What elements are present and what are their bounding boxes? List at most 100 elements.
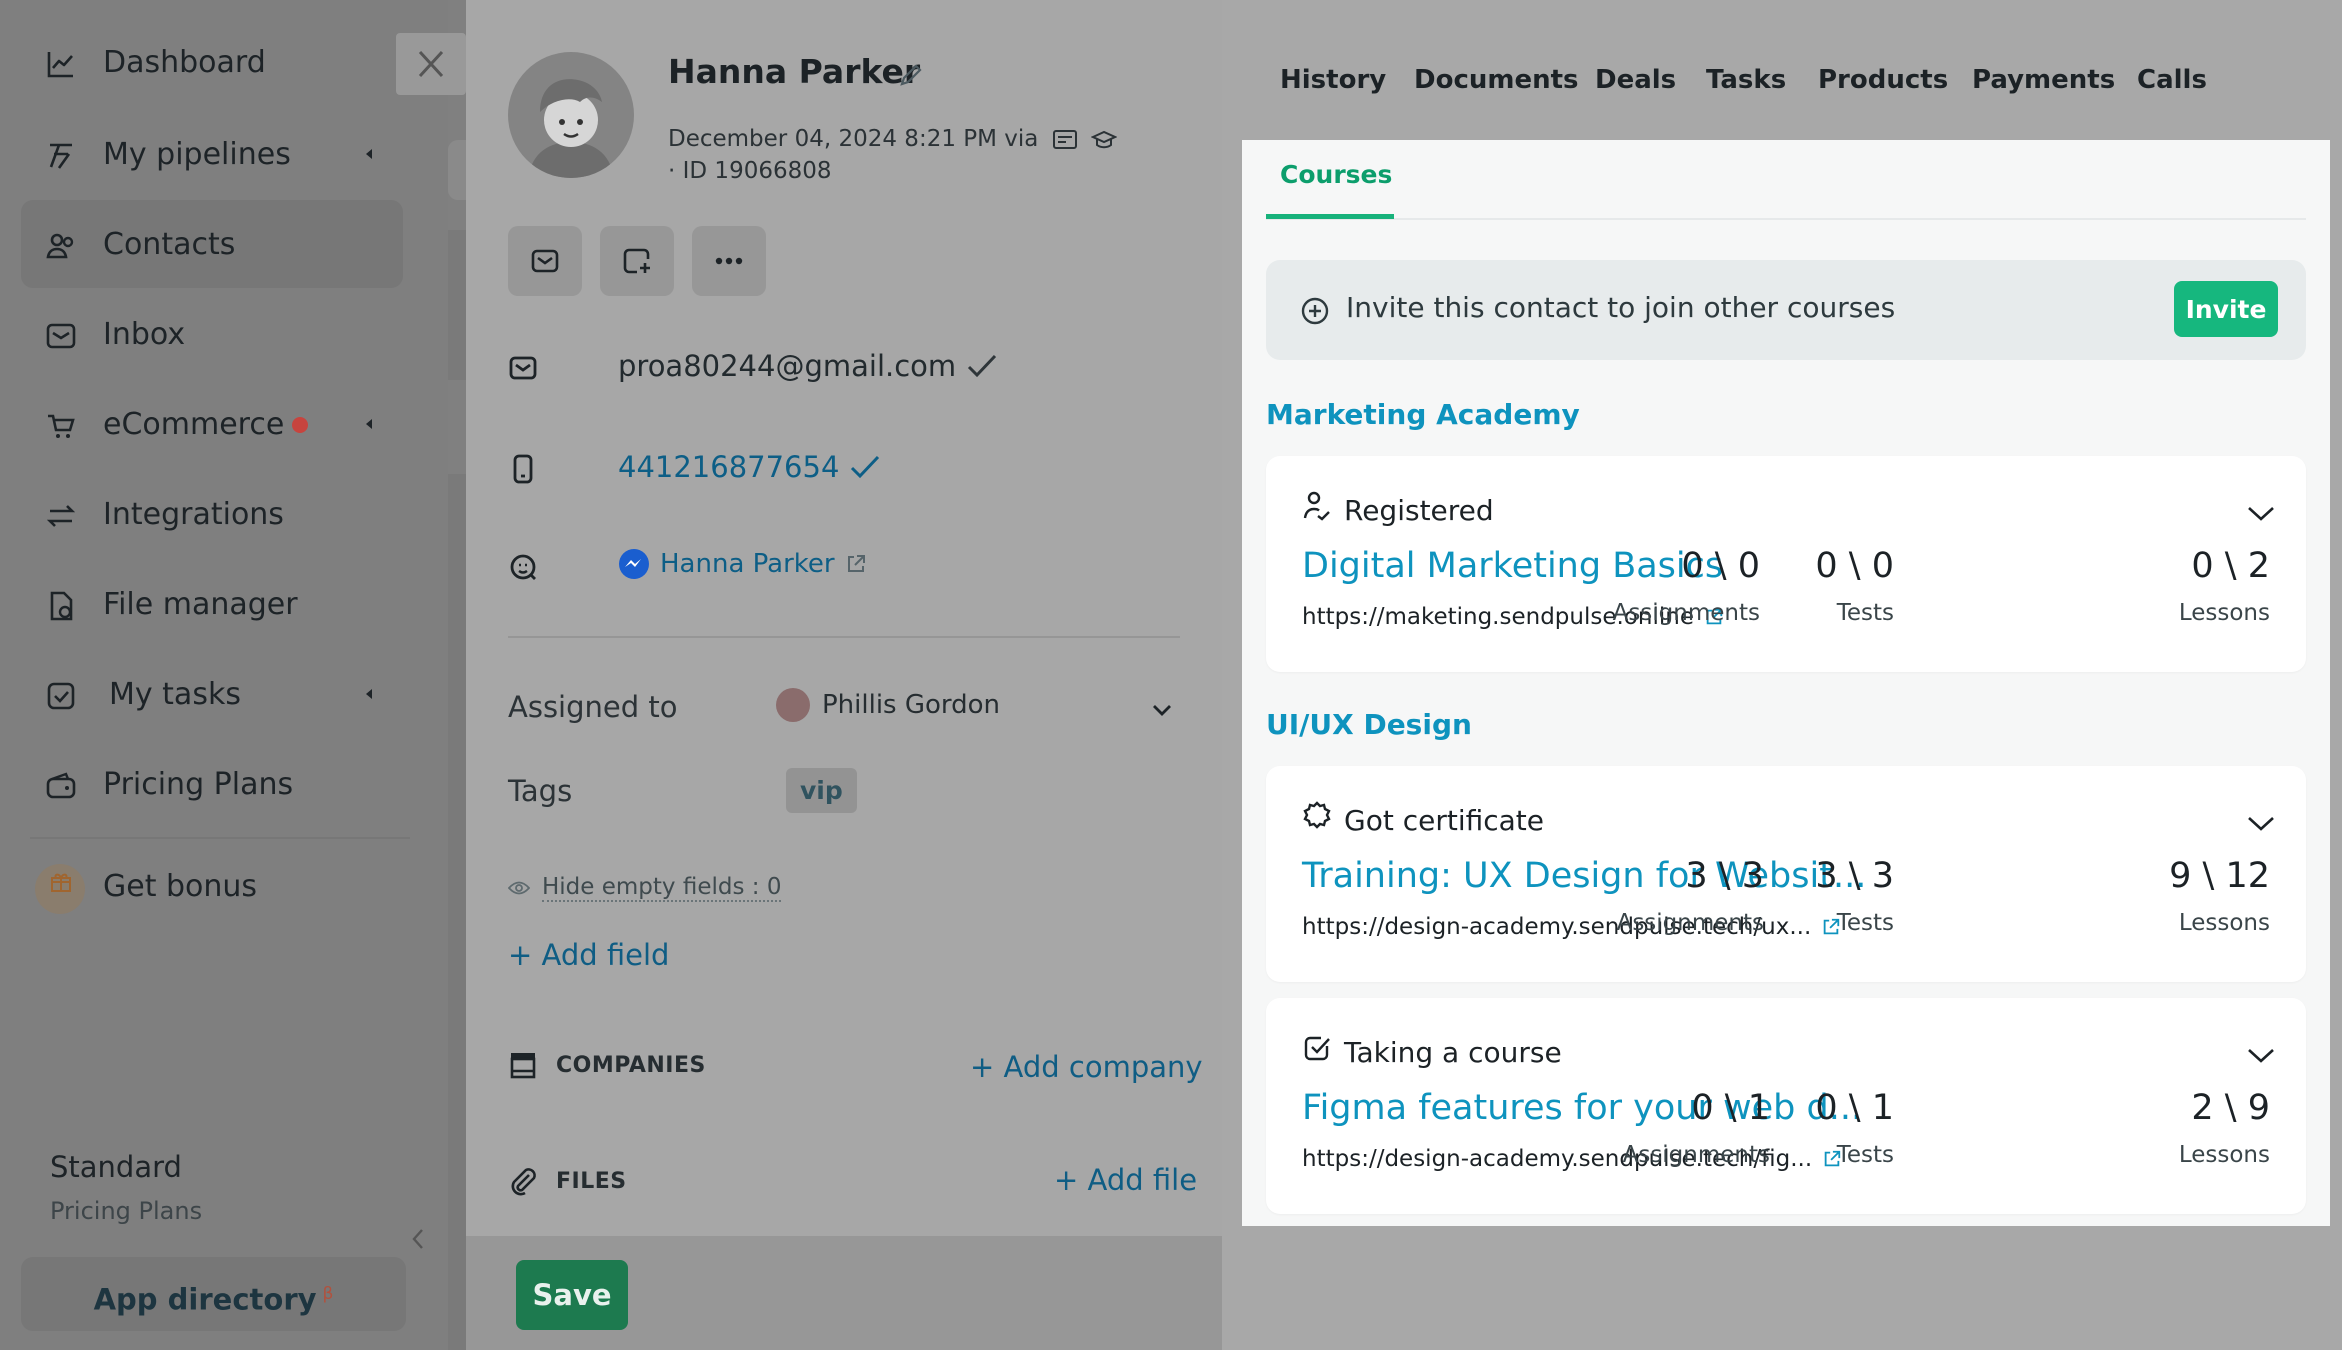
contacts-icon — [46, 233, 74, 259]
close-button[interactable] — [396, 33, 466, 95]
sidebar-item-inbox[interactable]: Inbox — [21, 290, 403, 378]
courses-panel: Courses Invite this contact to join othe… — [1242, 140, 2330, 1226]
save-button[interactable]: Save — [516, 1260, 628, 1330]
messenger-field[interactable]: Hanna Parker — [508, 546, 1208, 586]
sidebar-item-integrations[interactable]: Integrations — [21, 470, 403, 558]
tab-deals[interactable]: Deals — [1595, 65, 1676, 95]
created-date: December 04, 2024 8:21 PM via — [668, 126, 1118, 152]
sidebar-item-dashboard[interactable]: Dashboard — [21, 18, 403, 106]
sidebar-item-label: Inbox — [103, 316, 186, 352]
assignee-select[interactable]: Phillis Gordon — [776, 688, 1000, 722]
sidebar-item-file-manager[interactable]: File manager — [21, 560, 403, 648]
course-card: Taking a course Figma features for your … — [1266, 998, 2306, 1214]
checkbox-icon — [47, 682, 75, 710]
course-card: Registered Digital Marketing Basics http… — [1266, 456, 2306, 672]
add-file-link[interactable]: + Add file — [1054, 1163, 1197, 1197]
sidebar-item-my-tasks[interactable]: My tasks — [21, 650, 403, 738]
tests-stat: 0 \ 0 Tests — [1815, 546, 1894, 626]
tab-tasks[interactable]: Tasks — [1706, 65, 1786, 95]
sidebar-item-contacts[interactable]: Contacts — [21, 200, 403, 288]
assignments-stat: 0 \ 1 Assignments — [1622, 1088, 1770, 1168]
envelope-icon — [531, 249, 559, 273]
companies-section: COMPANIES — [508, 1050, 706, 1080]
sidebar-item-label: Dashboard — [103, 44, 266, 80]
user-avatar-icon — [528, 79, 614, 178]
avatar[interactable] — [508, 52, 634, 178]
add-to-pipeline-button[interactable] — [600, 226, 674, 296]
course-group-title: UI/UX Design — [1266, 708, 1472, 741]
email-field[interactable]: proa80244@gmail.com — [508, 347, 1208, 387]
sidebar-item-label: Contacts — [103, 226, 236, 262]
file-icon — [50, 591, 73, 621]
paperclip-icon — [511, 1168, 536, 1196]
chevron-down-icon[interactable] — [1150, 700, 1174, 720]
sidebar: Dashboard My pipelines Contacts Inbox eC… — [0, 0, 448, 1350]
more-dots-icon — [715, 257, 743, 265]
chart-line-icon — [47, 52, 73, 78]
invite-button[interactable]: Invite — [2174, 281, 2278, 337]
chevron-down-icon[interactable] — [2246, 1046, 2276, 1066]
subtab-baseline — [1266, 218, 2306, 220]
wallet-icon — [46, 772, 76, 799]
graduation-cap-icon — [1091, 130, 1118, 148]
sidebar-item-label: My tasks — [109, 676, 241, 712]
tab-products[interactable]: Products — [1818, 65, 1948, 95]
course-card: Got certificate Training: UX Design for … — [1266, 766, 2306, 982]
caret-left-icon — [366, 149, 372, 159]
sidebar-item-label: File manager — [103, 586, 298, 622]
divider — [508, 636, 1180, 638]
sidebar-item-ecommerce[interactable]: eCommerce — [21, 380, 403, 468]
messenger-icon — [619, 549, 649, 579]
background-card — [448, 230, 466, 380]
add-company-link[interactable]: + Add company — [970, 1050, 1203, 1084]
verified-check-icon — [968, 354, 997, 378]
contact-panel: Hanna Parker December 04, 2024 8:21 PM v… — [466, 0, 1222, 1350]
sidebar-item-label: Pricing Plans — [103, 766, 294, 802]
background-card — [448, 474, 466, 1350]
invite-text: Invite this contact to join other course… — [1346, 291, 1896, 324]
pipeline-icon — [49, 143, 72, 169]
chevron-down-icon[interactable] — [2246, 504, 2276, 524]
background-field — [448, 140, 466, 200]
plan-name[interactable]: Standard — [50, 1150, 182, 1184]
tab-courses[interactable]: Courses — [1280, 160, 1392, 189]
arrows-swap-icon — [46, 505, 76, 527]
tests-stat: 0 \ 1 Tests — [1815, 1088, 1894, 1168]
chevron-down-icon[interactable] — [2246, 814, 2276, 834]
user-registered-icon — [1303, 491, 1330, 521]
sidebar-item-get-bonus[interactable]: Get bonus — [21, 842, 403, 930]
sidebar-item-label: eCommerce — [103, 407, 309, 442]
send-email-button[interactable] — [508, 226, 582, 296]
external-link-icon[interactable] — [845, 553, 867, 575]
more-actions-button[interactable] — [692, 226, 766, 296]
course-title-link[interactable]: Training: UX Design for Websit... — [1302, 856, 1866, 896]
sidebar-item-pricing-plans[interactable]: Pricing Plans — [21, 740, 403, 828]
pencil-icon[interactable] — [898, 62, 924, 88]
app-directory-button[interactable]: App directory β — [21, 1257, 406, 1331]
course-title-link[interactable]: Figma features for your web d... — [1302, 1088, 1862, 1128]
tab-payments[interactable]: Payments — [1972, 65, 2115, 95]
lessons-stat: 2 \ 9 Lessons — [2178, 1088, 2270, 1168]
tag-chip[interactable]: vip — [786, 768, 857, 813]
phone-field[interactable]: 441216877654 — [508, 448, 1208, 488]
sidebar-item-label: Integrations — [103, 496, 284, 532]
tab-documents[interactable]: Documents — [1414, 65, 1579, 95]
caret-left-icon — [366, 419, 372, 429]
sidebar-item-label: My pipelines — [103, 136, 291, 172]
add-window-icon — [623, 248, 650, 274]
sidebar-item-my-pipelines[interactable]: My pipelines — [21, 110, 403, 198]
lessons-stat: 0 \ 2 Lessons — [2178, 546, 2270, 626]
sidebar-divider — [30, 837, 410, 839]
tab-history[interactable]: History — [1280, 65, 1386, 95]
cart-icon — [48, 414, 75, 438]
collapse-sidebar-icon[interactable] — [408, 1226, 428, 1252]
tests-stat: 3 \ 3 Tests — [1815, 856, 1894, 936]
assigned-to-label: Assigned to — [508, 690, 678, 724]
hide-empty-fields-toggle[interactable]: Hide empty fields : 0 — [508, 874, 782, 902]
plan-subtitle: Pricing Plans — [50, 1197, 203, 1225]
verified-check-icon — [851, 455, 880, 479]
phone-icon — [513, 454, 533, 484]
inbox-icon — [46, 323, 76, 349]
add-field-link[interactable]: + Add field — [508, 938, 669, 972]
tab-calls[interactable]: Calls — [2137, 65, 2207, 95]
